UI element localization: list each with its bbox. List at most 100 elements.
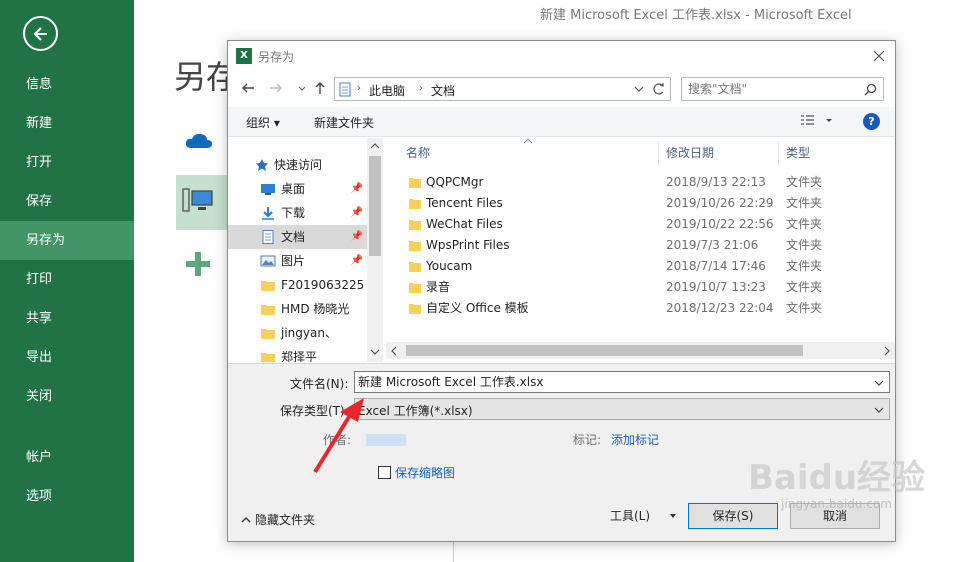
back-button[interactable] (23, 16, 58, 51)
breadcrumb-this-pc[interactable]: 此电脑 (369, 82, 405, 99)
tree-folder[interactable]: jingyan、 (228, 321, 367, 345)
file-row[interactable]: Youcam 2018/7/14 17:46 文件夹 (386, 256, 895, 277)
tree-folder[interactable]: 郑择平 (228, 345, 367, 362)
tools-label: 工具(L) (610, 509, 651, 523)
nav-new[interactable]: 新建 (0, 104, 134, 143)
tools-button[interactable]: 工具(L) (610, 507, 678, 524)
chevron-right-icon[interactable] (883, 346, 891, 356)
nav-scrollbar[interactable] (367, 138, 383, 362)
nav-options[interactable]: 选项 (0, 477, 134, 516)
column-divider[interactable] (658, 142, 659, 164)
onedrive-icon[interactable] (183, 130, 215, 152)
tree-desktop[interactable]: 桌面 📌 (228, 177, 367, 201)
folder-icon (261, 329, 275, 339)
tree-label: jingyan、 (281, 326, 337, 340)
add-place-icon[interactable] (184, 250, 212, 278)
recent-locations-icon[interactable] (292, 78, 312, 98)
navigation-pane: 快速访问 桌面 📌 下载 📌 文档 📌 图片 📌 F2019063225 龙 (228, 138, 383, 362)
refresh-button[interactable] (649, 77, 671, 101)
chevron-left-icon[interactable] (390, 346, 398, 356)
close-icon[interactable] (869, 46, 889, 66)
tags-label: 标记: (573, 433, 602, 447)
nav-account[interactable]: 帐户 (0, 438, 134, 477)
excel-icon: X (236, 48, 252, 64)
chevron-up-icon[interactable] (370, 142, 380, 150)
nav-print[interactable]: 打印 (0, 260, 134, 299)
scroll-thumb[interactable] (369, 156, 381, 256)
dialog-title: 另存为 (258, 50, 295, 64)
divider (453, 540, 454, 562)
nav-save-as[interactable]: 另存为 (0, 221, 134, 260)
folder-icon (409, 304, 421, 314)
save-thumbnail-label[interactable]: 保存缩略图 (395, 464, 455, 481)
file-row[interactable]: Tencent Files 2019/10/26 22:29 文件夹 (386, 193, 895, 214)
nav-close[interactable]: 关闭 (0, 377, 134, 416)
column-header-type[interactable]: 类型 (786, 138, 810, 168)
filename-input[interactable] (358, 374, 858, 388)
star-icon (256, 159, 268, 171)
tree-label: 下载 (281, 206, 306, 220)
new-folder-button[interactable]: 新建文件夹 (314, 114, 374, 131)
annotation-arrow-icon (313, 398, 364, 474)
tree-pictures[interactable]: 图片 📌 (228, 249, 367, 273)
file-row[interactable]: QQPCMgr 2018/9/13 22:13 文件夹 (386, 172, 895, 193)
help-button[interactable]: ? (863, 113, 880, 130)
window-title: 新建 Microsoft Excel 工作表.xlsx - Microsoft … (540, 8, 852, 23)
file-row[interactable]: 录音 2019/10/7 13:23 文件夹 (386, 277, 895, 298)
chevron-down-icon[interactable] (873, 378, 885, 388)
file-row[interactable]: 自定义 Office 模板 2018/12/23 22:04 文件夹 (386, 298, 895, 319)
up-arrow-icon[interactable] (310, 78, 330, 98)
chevron-down-icon[interactable] (370, 348, 380, 356)
watermark-text: Baidu经验 (748, 458, 926, 498)
filetype-select[interactable]: Excel 工作簿(*.xlsx) (354, 398, 890, 420)
file-row[interactable]: WeChat Files 2019/10/22 22:56 文件夹 (386, 214, 895, 235)
watermark-sub: jingyan.baidu.com (781, 497, 892, 511)
tree-downloads[interactable]: 下载 📌 (228, 201, 367, 225)
file-name: Youcam (426, 259, 473, 273)
tree-folder[interactable]: HMD 杨晓光 (228, 297, 367, 321)
add-tag-link[interactable]: 添加标记 (611, 431, 659, 448)
search-icon[interactable] (864, 83, 877, 96)
scroll-thumb[interactable] (406, 345, 803, 356)
forward-arrow-icon[interactable] (266, 78, 286, 98)
pin-icon[interactable]: 📌 (351, 225, 363, 249)
search-box[interactable] (681, 77, 884, 101)
tree-quick-access[interactable]: 快速访问 (228, 153, 367, 177)
tree-documents[interactable]: 文档 📌 (228, 225, 367, 249)
file-type: 文件夹 (786, 238, 823, 252)
search-input[interactable] (688, 82, 858, 96)
pin-icon[interactable]: 📌 (351, 249, 363, 273)
hide-folders-toggle[interactable]: 隐藏文件夹 (241, 511, 315, 528)
tree-label: 快速访问 (274, 158, 323, 172)
file-name: Tencent Files (426, 196, 503, 210)
this-pc-location[interactable] (176, 175, 228, 230)
nav-open[interactable]: 打开 (0, 143, 134, 182)
dialog-titlebar[interactable]: X 另存为 (228, 41, 895, 71)
horizontal-scrollbar[interactable] (386, 342, 895, 359)
organize-button[interactable]: 组织 ▾ (246, 114, 280, 131)
nav-save[interactable]: 保存 (0, 182, 134, 221)
breadcrumb-documents[interactable]: 文档 (431, 82, 455, 99)
nav-share[interactable]: 共享 (0, 299, 134, 338)
file-row[interactable]: WpsPrint Files 2019/7/3 21:06 文件夹 (386, 235, 895, 256)
column-divider[interactable] (778, 142, 779, 164)
chevron-right-icon: › (419, 83, 423, 94)
nav-export[interactable]: 导出 (0, 338, 134, 377)
tree-label: 桌面 (281, 182, 306, 196)
chevron-down-icon[interactable] (873, 405, 885, 415)
column-header-modified[interactable]: 修改日期 (666, 138, 714, 168)
pin-icon[interactable]: 📌 (351, 201, 363, 225)
document-icon (262, 230, 274, 244)
file-type: 文件夹 (786, 217, 823, 231)
chevron-down-icon[interactable] (633, 84, 645, 94)
file-name: WeChat Files (426, 217, 503, 231)
filename-field[interactable] (354, 371, 890, 393)
tree-folder[interactable]: F2019063225 龙 (228, 273, 367, 297)
nav-info[interactable]: 信息 (0, 65, 134, 104)
chevron-down-icon (669, 514, 676, 518)
pin-icon[interactable]: 📌 (351, 177, 363, 201)
back-arrow-icon[interactable] (238, 78, 258, 98)
column-header-name[interactable]: 名称 (406, 138, 430, 168)
address-bar[interactable]: › 此电脑 › 文档 (334, 77, 650, 101)
view-options-icon[interactable] (800, 114, 836, 128)
